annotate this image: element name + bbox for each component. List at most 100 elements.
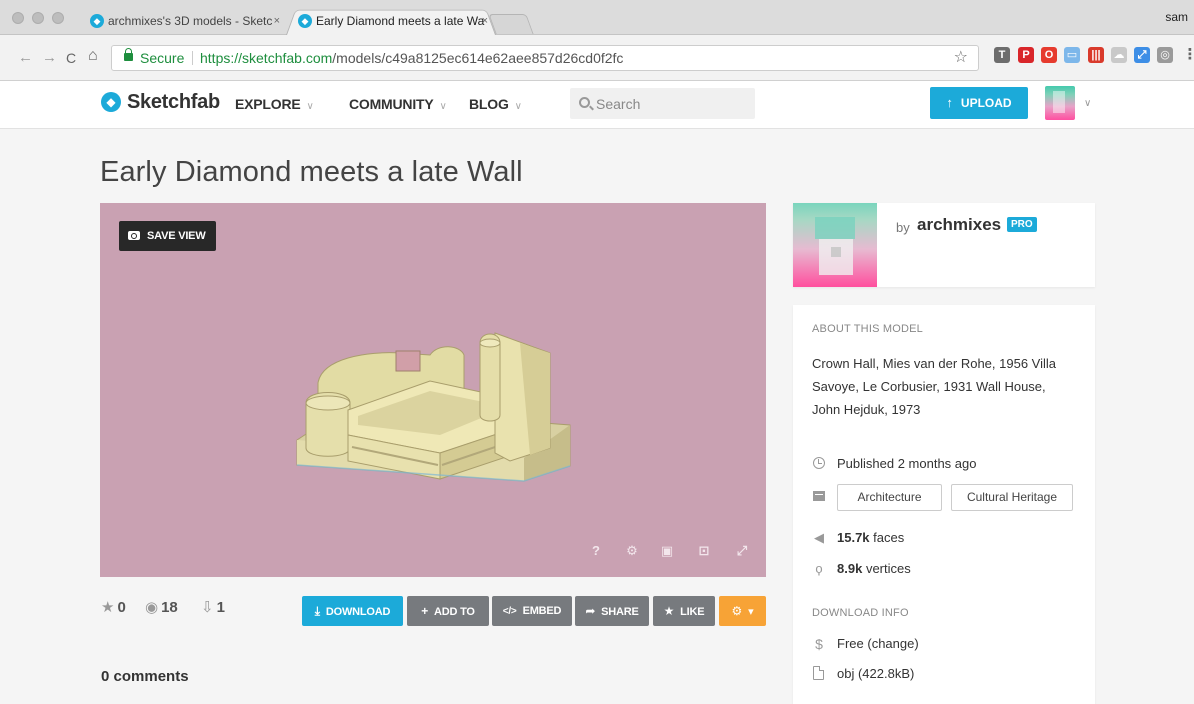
settings-icon[interactable]: ⚙	[623, 543, 641, 559]
model-settings-button[interactable]: ⚙ ▾	[719, 596, 766, 626]
vertices-icon: ϙ	[815, 561, 823, 576]
search-input[interactable]	[596, 88, 746, 119]
nav-community[interactable]: COMMUNITY ∨	[349, 96, 447, 112]
bars-extension-icon[interactable]: |||	[1088, 47, 1104, 63]
faces-value: 15.7k	[837, 530, 870, 545]
fullscreen-icon[interactable]: ⤢	[733, 543, 751, 559]
search-box	[570, 88, 755, 119]
likes-value: 0	[117, 599, 126, 616]
like-button[interactable]: ★ LIKE	[653, 596, 715, 626]
site-header: ◆ Sketchfab EXPLORE ∨ COMMUNITY ∨ BLOG ∨ ↑ U…	[0, 81, 1194, 129]
window-close-button[interactable]	[12, 12, 24, 24]
chevron-down-icon: ∨	[439, 101, 447, 112]
tab-close-icon[interactable]: ×	[482, 7, 488, 35]
user-avatar[interactable]	[1045, 86, 1075, 120]
comments-count: 0 comments	[101, 668, 189, 685]
tab-title: Early Diamond meets a late Wa	[316, 14, 485, 28]
url-path: /models/c49a8125ec614e62aee857d26cd0f2fc	[332, 50, 624, 66]
browser-toolbar: ← → C ⌂ Secure https://sketchfab.com/mod…	[0, 35, 1194, 81]
gear-icon: ⚙	[731, 604, 743, 618]
camera-extension-icon[interactable]: ◎	[1157, 47, 1173, 63]
window-minimize-button[interactable]	[32, 12, 44, 24]
faces-text: 15.7k faces	[837, 530, 904, 545]
clock-icon	[813, 457, 825, 469]
bookmark-star-icon[interactable]: ☆	[954, 46, 968, 70]
help-icon[interactable]: ?	[587, 543, 605, 558]
window-zoom-button[interactable]	[52, 12, 64, 24]
browser-profile-name[interactable]: sam	[1165, 10, 1188, 24]
author-card: by archmixes PRO	[793, 203, 1095, 287]
author-avatar[interactable]	[793, 203, 877, 287]
share-button[interactable]: ➦ SHARE	[575, 596, 649, 626]
change-price-link[interactable]: (change)	[867, 636, 918, 651]
sketchfab-logo-icon: ◆	[101, 92, 121, 112]
url-divider	[192, 51, 193, 65]
nav-blog-label: BLOG	[469, 96, 509, 112]
home-icon[interactable]: ⌂	[88, 47, 98, 65]
url-host: https://sketchfab.com	[200, 50, 333, 66]
search-icon	[579, 97, 590, 108]
menu-icon[interactable]: ⋮	[1182, 47, 1194, 63]
downloads-value: 1	[216, 599, 225, 616]
opera-extension-icon[interactable]: O	[1041, 47, 1057, 63]
tab-close-icon[interactable]: ×	[274, 7, 280, 35]
code-icon: </>	[502, 606, 517, 617]
browser-titlebar: ◆ archmixes's 3D models - Sketc × ◆ Earl…	[0, 0, 1194, 35]
downloads-count: ⇩ 1	[201, 598, 225, 616]
embed-label: EMBED	[522, 605, 562, 617]
browser-tab-model[interactable]: ◆ Early Diamond meets a late Wa ×	[286, 7, 496, 35]
author-by-label: by	[896, 220, 910, 235]
save-view-button[interactable]: SAVE VIEW	[119, 221, 216, 251]
vertices-label: vertices	[865, 561, 911, 576]
browser-tab-archmixes[interactable]: ◆ archmixes's 3D models - Sketc ×	[78, 7, 288, 35]
likes-count: ★ 0	[101, 598, 126, 616]
published-text: Published 2 months ago	[837, 456, 977, 471]
download-icon: ⤓	[314, 604, 320, 618]
caret-down-icon: ▾	[748, 606, 754, 618]
chevron-down-icon: ∨	[514, 101, 522, 112]
tag-architecture[interactable]: Architecture	[837, 484, 942, 511]
vr-icon[interactable]: ▣	[658, 543, 676, 559]
back-icon[interactable]: ←	[18, 49, 33, 67]
address-bar[interactable]: Secure https://sketchfab.com/models/c49a…	[111, 45, 979, 71]
reload-icon[interactable]: C	[66, 49, 76, 67]
nav-blog[interactable]: BLOG ∨	[469, 96, 522, 112]
docs-extension-icon[interactable]: ▭	[1064, 47, 1080, 63]
about-heading: ABOUT THIS MODEL	[812, 323, 923, 335]
author-name-link[interactable]: archmixes	[917, 215, 1001, 235]
download-label: DOWNLOAD	[325, 606, 391, 618]
embed-button[interactable]: </> EMBED	[492, 596, 572, 626]
pinterest-extension-icon[interactable]: P	[1018, 47, 1034, 63]
plus-icon: +	[421, 604, 429, 618]
nav-explore[interactable]: EXPLORE ∨	[235, 96, 314, 112]
cloud-extension-icon[interactable]: ☁	[1111, 47, 1127, 63]
model-viewer[interactable]: SAVE VIEW ? ⚙ ▣ ⊡ ⤢	[100, 203, 766, 577]
vertices-value: 8.9k	[837, 561, 863, 576]
download-info-heading: DOWNLOAD INFO	[812, 607, 909, 619]
embed-view-icon[interactable]: ⊡	[695, 543, 713, 559]
file-text: obj (422.8kB)	[837, 666, 915, 681]
faces-label: faces	[873, 530, 905, 545]
vertices-text: 8.9k vertices	[837, 561, 911, 576]
chevron-down-icon[interactable]: ∨	[1084, 98, 1091, 109]
upload-button[interactable]: ↑ UPLOAD	[930, 87, 1028, 119]
price-value: Free	[837, 636, 864, 651]
forward-icon[interactable]: →	[42, 49, 57, 67]
resize-extension-icon[interactable]: ⤢	[1134, 47, 1150, 63]
eye-icon: ◉	[145, 599, 159, 616]
tag-cultural-heritage[interactable]: Cultural Heritage	[951, 484, 1073, 511]
sketchfab-favicon-icon: ◆	[90, 14, 104, 28]
url-text[interactable]: https://sketchfab.com/models/c49a8125ec6…	[200, 46, 623, 70]
model-render[interactable]	[100, 203, 766, 577]
add-to-button[interactable]: + ADD TO	[407, 596, 489, 626]
logo-text: Sketchfab	[127, 91, 220, 113]
views-count: ◉ 18	[145, 598, 178, 616]
star-icon: ★	[663, 604, 675, 618]
pro-badge: PRO	[1007, 217, 1037, 232]
upload-label: UPLOAD	[960, 96, 1012, 110]
dollar-icon: $	[815, 636, 823, 652]
price-text: Free (change)	[837, 636, 919, 651]
like-label: LIKE	[680, 606, 705, 618]
typography-extension-icon[interactable]: T	[994, 47, 1010, 63]
download-button[interactable]: ⤓ DOWNLOAD	[302, 596, 403, 626]
